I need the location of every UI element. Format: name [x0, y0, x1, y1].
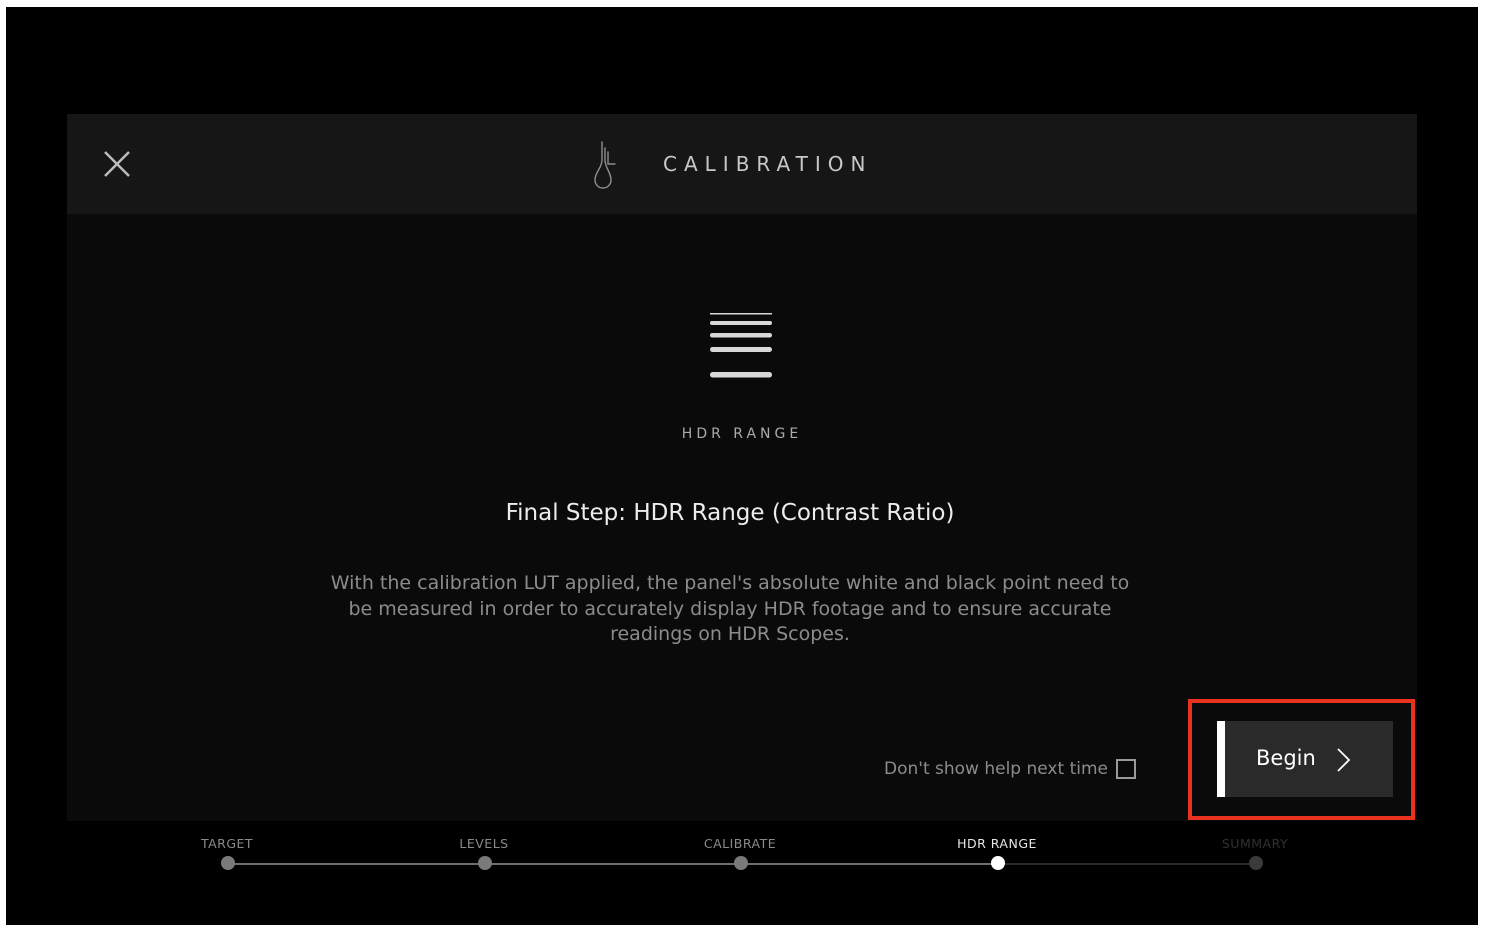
- step-node-levels[interactable]: [478, 856, 492, 870]
- step-description: With the calibration LUT applied, the pa…: [330, 572, 1130, 645]
- step-heading: Final Step: HDR Range (Contrast Ratio): [505, 500, 955, 526]
- dialog-header: CALIBRATION: [67, 114, 1417, 214]
- step-node-target[interactable]: [221, 856, 235, 870]
- close-icon: [104, 151, 130, 177]
- step-name-summary: SUMMARY: [1221, 836, 1289, 851]
- tuning-fork-icon: [594, 141, 616, 189]
- step-node-summary[interactable]: [1249, 856, 1263, 870]
- chevron-right-icon: [1337, 748, 1351, 772]
- step-name-calibrate: CALIBRATE: [703, 836, 777, 851]
- dont-show-help-toggle[interactable]: Don't show help next time: [884, 757, 1136, 781]
- step-name-levels: LEVELS: [459, 836, 509, 851]
- progress-line-remaining: [998, 863, 1255, 865]
- step-name-hdr-range: HDR RANGE: [957, 836, 1037, 851]
- step-node-calibrate[interactable]: [734, 856, 748, 870]
- progress-stepper: TARGET LEVELS CALIBRATE HDR RANGE SUMMAR…: [6, 827, 1478, 887]
- step-label: HDR RANGE: [681, 426, 803, 442]
- begin-button[interactable]: Begin: [1217, 721, 1393, 797]
- begin-button-label: Begin: [1256, 746, 1316, 770]
- step-name-target: TARGET: [200, 836, 254, 851]
- begin-button-accent: [1217, 721, 1225, 797]
- dont-show-help-label: Don't show help next time: [884, 759, 1108, 779]
- dialog-title: CALIBRATION: [663, 152, 873, 176]
- hdr-range-icon: [710, 313, 772, 378]
- progress-line-completed: [228, 863, 998, 865]
- app-screen: CALIBRATION HDR RANGE Final Step: HDR Ra…: [6, 7, 1478, 925]
- step-node-hdr-range[interactable]: [991, 856, 1005, 870]
- dont-show-help-checkbox[interactable]: [1115, 759, 1136, 779]
- close-button[interactable]: [101, 148, 133, 180]
